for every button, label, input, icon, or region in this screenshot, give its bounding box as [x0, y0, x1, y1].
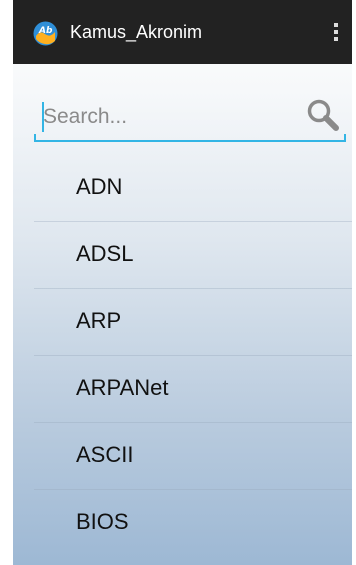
app-screen: Ab Kamus_Akronim ADN ADSL ARP ARP	[13, 0, 352, 565]
list-item-label: ARPANet	[76, 375, 169, 400]
action-bar: Ab Kamus_Akronim	[13, 0, 352, 64]
acronym-list: ADN ADSL ARP ARPANet ASCII BIOS	[34, 155, 352, 556]
search-icon[interactable]	[304, 96, 342, 134]
list-item[interactable]: ASCII	[34, 423, 352, 489]
list-item-label: ADSL	[76, 241, 134, 266]
list-item-label: ARP	[76, 308, 122, 333]
app-logo-icon: Ab	[33, 21, 58, 46]
svg-text:Ab: Ab	[38, 26, 53, 36]
search-input[interactable]	[43, 102, 283, 132]
overflow-menu-button[interactable]	[320, 14, 352, 50]
list-item[interactable]: BIOS	[34, 490, 352, 556]
list-item-label: ASCII	[76, 442, 134, 467]
list-item[interactable]: ADN	[34, 155, 352, 221]
search-underline	[34, 134, 346, 142]
list-item[interactable]: ARPANet	[34, 356, 352, 422]
search-box	[34, 94, 346, 144]
list-item-label: ADN	[76, 174, 123, 199]
list-item[interactable]: ARP	[34, 289, 352, 355]
text-cursor	[42, 102, 44, 132]
list-item[interactable]: ADSL	[34, 222, 352, 288]
list-item-label: BIOS	[76, 509, 129, 534]
app-title: Kamus_Akronim	[70, 22, 203, 42]
overflow-menu-icon	[334, 23, 338, 27]
